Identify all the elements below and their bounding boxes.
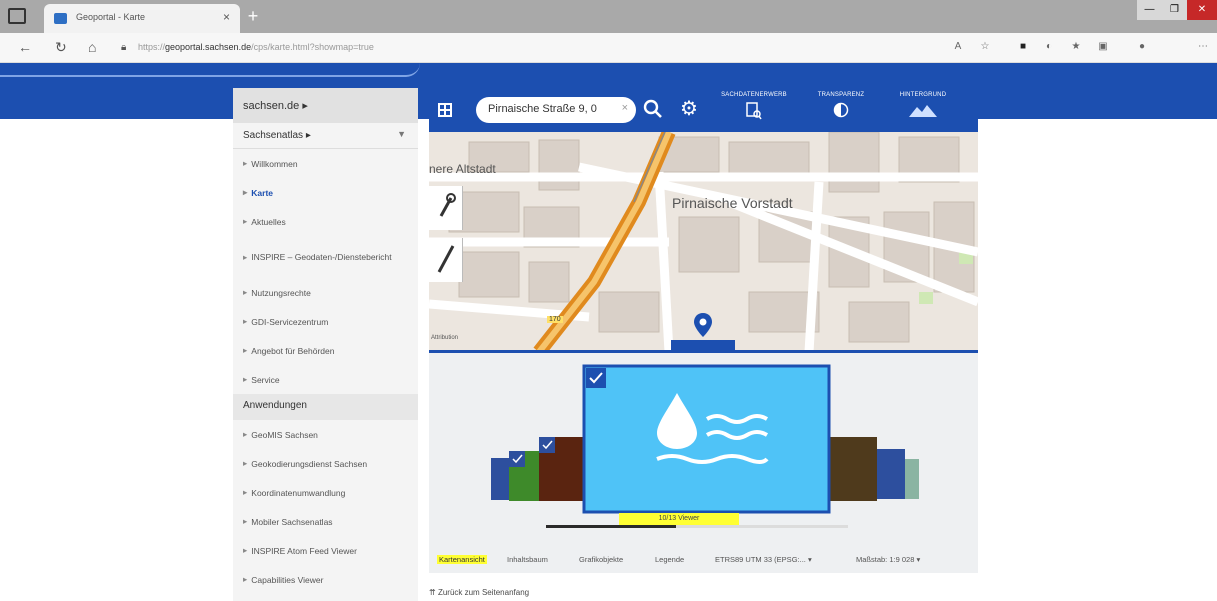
sidebar-app-capabilities[interactable]: ▸ Capabilities Viewer bbox=[233, 565, 418, 594]
read-aloud-icon[interactable]: A bbox=[952, 41, 964, 53]
sidebar-header[interactable]: sachsen.de ▸ bbox=[233, 88, 418, 123]
wrench-icon bbox=[439, 193, 456, 217]
sidebar: sachsen.de ▸ Sachsenatlas ▸ ▼ ▸ Willkomme… bbox=[233, 88, 418, 601]
home-icon[interactable]: ⌂ bbox=[88, 39, 96, 55]
address-search-input[interactable]: Pirnaische Straße 9, 0 × bbox=[476, 97, 636, 123]
minimize-button[interactable]: — bbox=[1137, 0, 1162, 20]
viewer-carousel bbox=[491, 364, 919, 514]
sidebar-item-karte[interactable]: ▸ Karte bbox=[233, 178, 418, 207]
background-map-icon bbox=[909, 105, 937, 117]
transparency-icon bbox=[833, 102, 849, 118]
profile-icon[interactable]: ● bbox=[1136, 41, 1148, 53]
map-toolbar: Pirnaische Straße 9, 0 × ⚙ SACHDATENERWE… bbox=[429, 88, 978, 132]
viewer-card-right2 bbox=[877, 449, 905, 499]
sachdaten-label: SACHDATENERWERB bbox=[721, 92, 787, 98]
viewer-gallery bbox=[429, 353, 978, 548]
draw-tool-button[interactable] bbox=[429, 238, 463, 282]
viewer-card-far-left bbox=[491, 458, 509, 500]
map-attribution: Attribution bbox=[431, 335, 459, 341]
viewer-card-main bbox=[582, 364, 831, 514]
collections-icon[interactable]: ▣ bbox=[1097, 41, 1109, 53]
split-screen-icon[interactable]: ◐ bbox=[1043, 41, 1055, 53]
sidebar-item-aktuelles[interactable]: ▸ Aktuelles bbox=[233, 207, 418, 236]
sidebar-section-title: Anwendungen bbox=[233, 394, 418, 420]
document-query-icon bbox=[746, 102, 762, 120]
favicon-icon bbox=[54, 13, 67, 24]
grid-menu-icon[interactable] bbox=[438, 103, 452, 117]
more-icon[interactable]: ⋯ bbox=[1197, 41, 1209, 53]
road-number-badge: 170 bbox=[547, 316, 563, 323]
hintergrund-label: HINTERGRUND bbox=[899, 92, 947, 98]
sachdaten-button[interactable]: SACHDATENERWERB bbox=[719, 92, 789, 123]
sidebar-item-willkommen[interactable]: ▸ Willkommen bbox=[233, 149, 418, 178]
url-field[interactable]: https://geoportal.sachsen.de/cps/karte.h… bbox=[138, 42, 374, 52]
map-label-district: Pirnaische Vorstadt bbox=[672, 195, 793, 211]
measure-tool-button[interactable] bbox=[429, 186, 463, 230]
new-tab-button[interactable]: + bbox=[242, 5, 264, 27]
map-application: Pirnaische Straße 9, 0 × ⚙ SACHDATENERWE… bbox=[429, 88, 978, 573]
extension-icon[interactable]: ■ bbox=[1017, 41, 1029, 53]
transparenz-button[interactable]: TRANSPARENZ bbox=[815, 92, 867, 121]
maximize-button[interactable]: ❐ bbox=[1162, 0, 1187, 20]
sidebar-app-geokodierung[interactable]: ▸ Geokodierungsdienst Sachsen bbox=[233, 449, 418, 478]
viewer-card-far-right bbox=[905, 459, 919, 499]
sidebar-app-atom[interactable]: ▸ INSPIRE Atom Feed Viewer bbox=[233, 536, 418, 565]
back-to-top-link[interactable]: ⇈ Zurück zum Seitenanfang bbox=[429, 588, 529, 597]
sidebar-item-behoerden[interactable]: ▸ Angebot für Behörden bbox=[233, 336, 418, 365]
close-window-button[interactable]: ✕ bbox=[1187, 0, 1217, 20]
sidebar-item-inspire[interactable]: ▸ INSPIRE – Geodaten-/Dienstebericht bbox=[233, 236, 418, 278]
refresh-icon[interactable]: ↻ bbox=[55, 39, 67, 56]
location-pin-icon[interactable] bbox=[693, 312, 713, 338]
browser-tab[interactable]: Geoportal - Karte × bbox=[44, 4, 240, 33]
sidebar-item-service[interactable]: ▸ Service bbox=[233, 365, 418, 394]
hintergrund-button[interactable]: HINTERGRUND bbox=[895, 92, 951, 121]
sidebar-item-nutzungsrechte[interactable]: ▸ Nutzungsrechte bbox=[233, 278, 418, 307]
search-icon[interactable] bbox=[643, 99, 663, 119]
search-clear-icon[interactable]: × bbox=[622, 102, 628, 114]
favorite-add-icon[interactable]: ☆ bbox=[979, 41, 991, 53]
browser-tab-bar: Geoportal - Karte × + — ❐ ✕ bbox=[0, 0, 1217, 33]
sidebar-subheader[interactable]: Sachsenatlas ▸ ▼ bbox=[233, 123, 418, 149]
chevron-down-icon[interactable]: ▼ bbox=[397, 129, 406, 139]
sidebar-app-koordinaten[interactable]: ▸ Koordinatenumwandlung bbox=[233, 478, 418, 507]
favorites-icon[interactable]: ★ bbox=[1070, 41, 1082, 53]
settings-gear-icon[interactable]: ⚙ bbox=[678, 98, 700, 120]
back-arrow-icon[interactable]: ← bbox=[18, 39, 32, 55]
sidebar-item-gdi[interactable]: ▸ GDI-Servicezentrum bbox=[233, 307, 418, 336]
transparenz-label: TRANSPARENZ bbox=[817, 92, 865, 98]
tab-title: Geoportal - Karte bbox=[76, 12, 146, 22]
header-curve-decoration bbox=[0, 63, 420, 77]
map-label-altstadt: nere Altstadt bbox=[429, 162, 496, 176]
sidebar-app-geomis[interactable]: ▸ GeoMIS Sachsen bbox=[233, 420, 418, 449]
address-bar: ← ↻ ⌂ 🔒︎ https://geoportal.sachsen.de/cp… bbox=[0, 33, 1217, 63]
pencil-icon bbox=[437, 245, 455, 273]
tab-actions-icon[interactable] bbox=[8, 8, 26, 24]
viewer-card-right1 bbox=[827, 437, 877, 501]
window-controls: — ❐ ✕ bbox=[1137, 0, 1217, 22]
sidebar-app-mobil[interactable]: ▸ Mobiler Sachsenatlas bbox=[233, 507, 418, 536]
lock-icon: 🔒︎ bbox=[121, 42, 127, 53]
tab-close-icon[interactable]: × bbox=[223, 10, 230, 24]
